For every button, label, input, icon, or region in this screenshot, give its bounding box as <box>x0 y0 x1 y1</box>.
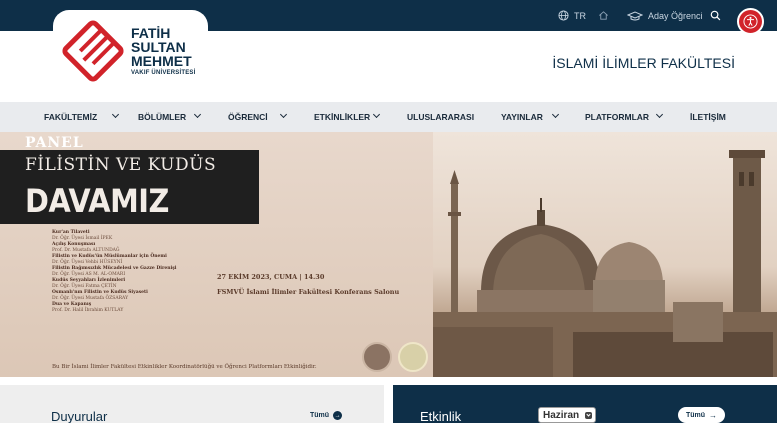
chevron-down-icon <box>585 411 592 419</box>
fsmvu-emblem-icon <box>62 20 124 82</box>
events-title: Etkinlik <box>420 409 462 423</box>
language-label: TR <box>574 10 586 21</box>
nav-item-ogrenci[interactable]: ÖĞRENCİ <box>228 102 268 132</box>
accessibility-button[interactable] <box>737 8 764 35</box>
announcements-title: Duyurular <box>51 409 108 423</box>
jerusalem-dome-illustration <box>433 150 777 377</box>
all-link-label: Tümü <box>310 412 330 419</box>
events-panel: Etkinlik Haziran Tümü → <box>393 385 777 423</box>
nav-label: BÖLÜMLER <box>138 112 187 122</box>
search-button[interactable] <box>710 0 721 31</box>
nav-item-uluslararasi[interactable]: ULUSLARARASI <box>407 102 474 132</box>
university-name: FATİH SULTAN MEHMET VAKIF ÜNİVERSİTESİ <box>131 26 196 77</box>
aday-ogrenci-link[interactable]: Aday Öğrenci <box>627 0 703 31</box>
banner-program-list: Kur'an Tilaveti Dr. Öğr. Üyesi İsmail İP… <box>52 230 222 314</box>
chevron-down-icon <box>193 110 202 119</box>
banner-photo <box>433 132 777 377</box>
banner-title-box: FİLİSTİN VE KUDÜS DAVAMIZ <box>0 150 259 224</box>
nav-label: ULUSLARARASI <box>407 112 475 122</box>
banner-venue: FSMVÜ İslami İlimler Fakültesi Konferans… <box>217 288 400 296</box>
nav-label: ÖĞRENCİ <box>228 112 268 122</box>
banner-title-line-2: DAVAMIZ <box>25 182 169 220</box>
fsmvu-seal-icon <box>362 342 392 372</box>
graduation-cap-icon <box>627 10 643 20</box>
accessibility-icon <box>743 14 758 29</box>
banner-panel-label: PANEL <box>25 135 84 151</box>
logo-line-4: VAKIF ÜNİVERSİTESİ <box>131 70 196 76</box>
nav-label: PLATFORMLAR <box>585 112 650 122</box>
faculty-title[interactable]: İSLAMİ İLİMLER FAKÜLTESİ <box>552 55 735 71</box>
globe-icon <box>558 10 569 21</box>
announcements-panel: Duyurular Tümü → <box>0 385 384 423</box>
nav-item-platformlar[interactable]: PLATFORMLAR <box>585 102 649 132</box>
announcements-all-link[interactable]: Tümü → <box>310 411 343 420</box>
student-platform-seal-icon <box>398 342 428 372</box>
home-icon <box>599 11 608 20</box>
language-switch[interactable]: TR <box>558 0 586 31</box>
university-logo[interactable] <box>62 20 124 87</box>
arrow-right-icon: → <box>709 410 718 420</box>
chevron-down-icon <box>279 110 288 119</box>
main-navigation: FAKÜLTEMİZ BÖLÜMLER ÖĞRENCİ ETKİNLİKLER … <box>0 102 777 132</box>
month-select[interactable]: Haziran <box>538 407 596 423</box>
nav-label: ETKİNLİKLER <box>314 112 371 122</box>
arrow-right-icon: → <box>333 411 343 420</box>
chevron-down-icon <box>655 110 664 119</box>
logo-line-3: MEHMET <box>131 53 192 69</box>
nav-label: YAYINLAR <box>501 112 543 122</box>
nav-label: FAKÜLTEMİZ <box>44 112 98 122</box>
month-select-value: Haziran <box>543 409 580 421</box>
banner-date: 27 EKİM 2023, CUMA | 14.30 <box>217 273 325 281</box>
all-link-label: Tümü <box>685 411 706 419</box>
hero-banner[interactable]: PANEL FİLİSTİN VE KUDÜS DAVAMIZ Kur'an T… <box>0 132 777 377</box>
banner-footer-note: Bu Bir İslami İlimler Fakültesi Etkinlik… <box>52 364 317 370</box>
chevron-down-icon <box>111 110 120 119</box>
logo-line-2: SULTAN <box>131 39 186 55</box>
events-all-button[interactable]: Tümü → <box>678 407 725 423</box>
logo-line-1: FATİH <box>131 25 171 41</box>
nav-item-etkinlikler[interactable]: ETKİNLİKLER <box>314 102 370 132</box>
nav-label: İLETİŞİM <box>690 112 726 122</box>
nav-item-bolumler[interactable]: BÖLÜMLER <box>138 102 186 132</box>
chevron-down-icon <box>372 110 381 119</box>
banner-title-line-1: FİLİSTİN VE KUDÜS <box>25 155 217 175</box>
nav-item-fakultemiz[interactable]: FAKÜLTEMİZ <box>44 102 97 132</box>
search-icon <box>710 10 721 21</box>
program-speaker: Prof. Dr. Halil İbrahim KUTLAY <box>52 308 124 313</box>
aday-ogrenci-label: Aday Öğrenci <box>648 10 703 21</box>
chevron-down-icon <box>551 110 560 119</box>
nav-item-yayinlar[interactable]: YAYINLAR <box>501 102 543 132</box>
nav-item-iletisim[interactable]: İLETİŞİM <box>690 102 726 132</box>
home-link[interactable] <box>598 0 609 31</box>
